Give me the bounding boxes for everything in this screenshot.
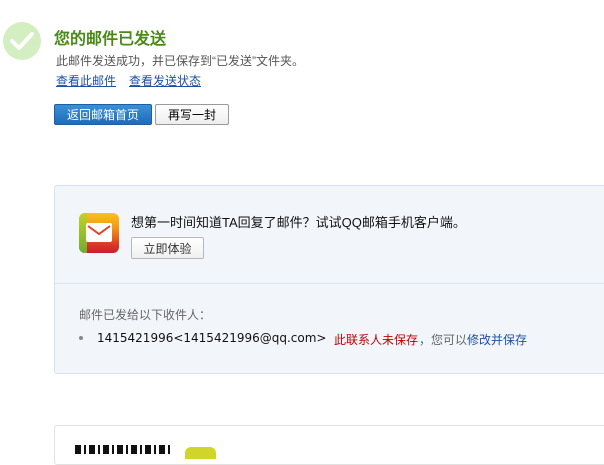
success-message: 此邮件发送成功，并已保存到“已发送”文件夹。	[56, 54, 304, 68]
edit-hint: 您可以修改并保存	[431, 333, 528, 347]
promo-text: 想第一时间知道TA回复了邮件？试试QQ邮箱手机客户端。	[131, 215, 466, 230]
try-now-button[interactable]: 立即体验	[131, 237, 204, 259]
success-check-icon	[3, 22, 41, 60]
qq-mail-app-icon	[79, 213, 119, 253]
view-mail-link[interactable]: 查看此邮件	[56, 72, 116, 89]
qr-code-icon	[75, 445, 173, 454]
page-title: 您的邮件已发送	[54, 31, 167, 48]
app-badge-icon	[185, 447, 216, 459]
recipients-label: 邮件已发给以下收件人：	[79, 308, 212, 322]
back-to-inbox-button[interactable]: 返回邮箱首页	[54, 104, 152, 125]
view-status-link[interactable]: 查看发送状态	[129, 72, 201, 89]
edit-and-save-link[interactable]: 修改并保存	[467, 333, 527, 347]
divider	[55, 283, 604, 284]
write-another-button[interactable]: 再写一封	[155, 104, 229, 125]
bullet-icon	[79, 336, 83, 340]
recipient-address: 1415421996<1415421996@qq.com>	[97, 331, 327, 345]
separator: ，	[419, 333, 432, 347]
contact-not-saved-status: 此联系人未保存	[334, 333, 419, 347]
